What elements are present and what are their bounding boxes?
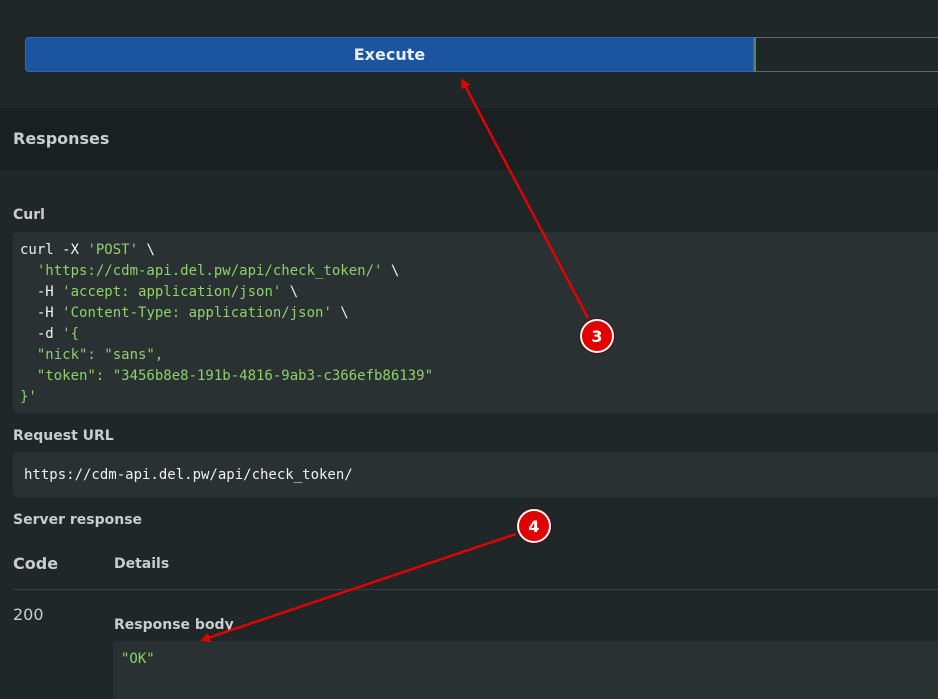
curl-line: -H 'Content-Type: application/json' \ (20, 303, 936, 324)
annotation-badge-3: 3 (580, 319, 614, 353)
curl-plain-token: \ (281, 284, 299, 300)
curl-string-token: }' (20, 389, 37, 405)
clear-button[interactable] (754, 37, 938, 72)
curl-string-token: "nick": "sans", (20, 347, 164, 363)
execute-button[interactable]: Execute (25, 37, 754, 72)
request-url-label: Request URL (13, 428, 114, 444)
responses-header (0, 108, 938, 170)
curl-string-token: 'POST' (87, 242, 139, 258)
curl-plain-token: \ (138, 242, 155, 258)
curl-string-token: 'accept: application/json' (62, 284, 282, 300)
curl-label: Curl (13, 207, 45, 223)
curl-code-block: curl -X 'POST' \ 'https://cdm-api.del.pw… (13, 232, 938, 413)
server-response-label: Server response (13, 512, 143, 528)
annotation-badge-4: 4 (517, 509, 551, 543)
arrow-to-response-body (200, 532, 517, 643)
curl-plain-token: -d (20, 326, 63, 342)
curl-line: "nick": "sans", (20, 345, 936, 366)
curl-plain-token: -H (20, 305, 63, 321)
curl-plain-token: -H (20, 284, 63, 300)
curl-line: -d '{ (20, 324, 936, 345)
curl-string-token: '{ (62, 326, 80, 342)
response-body-value: "OK" (121, 651, 155, 667)
curl-plain-token: \ (331, 305, 349, 321)
code-column-header: Code (13, 554, 59, 573)
response-body-label: Response body (114, 617, 234, 633)
curl-plain-token: \ (382, 263, 400, 279)
table-divider (13, 589, 938, 590)
response-code: 200 (13, 605, 44, 624)
curl-string-token: 'Content-Type: application/json' (62, 305, 332, 321)
curl-string-token: 'https://cdm-api.del.pw/api/check_token/… (36, 263, 383, 279)
curl-string-token: "token": "3456b8e8-191b-4816-9ab3-c366ef… (20, 368, 434, 384)
curl-line: -H 'accept: application/json' \ (20, 282, 936, 303)
details-column-header: Details (114, 556, 170, 572)
curl-plain-token: curl -X (20, 242, 88, 258)
responses-title: Responses (13, 129, 110, 148)
request-url-value: https://cdm-api.del.pw/api/check_token/ (24, 466, 353, 483)
request-url-block: https://cdm-api.del.pw/api/check_token/ (13, 452, 938, 497)
curl-plain-token (20, 263, 37, 279)
curl-line: curl -X 'POST' \ (20, 240, 936, 261)
curl-line: 'https://cdm-api.del.pw/api/check_token/… (20, 261, 936, 282)
curl-line: "token": "3456b8e8-191b-4816-9ab3-c366ef… (20, 366, 936, 387)
response-body-block: "OK" (113, 641, 938, 699)
curl-line: }' (20, 387, 936, 408)
